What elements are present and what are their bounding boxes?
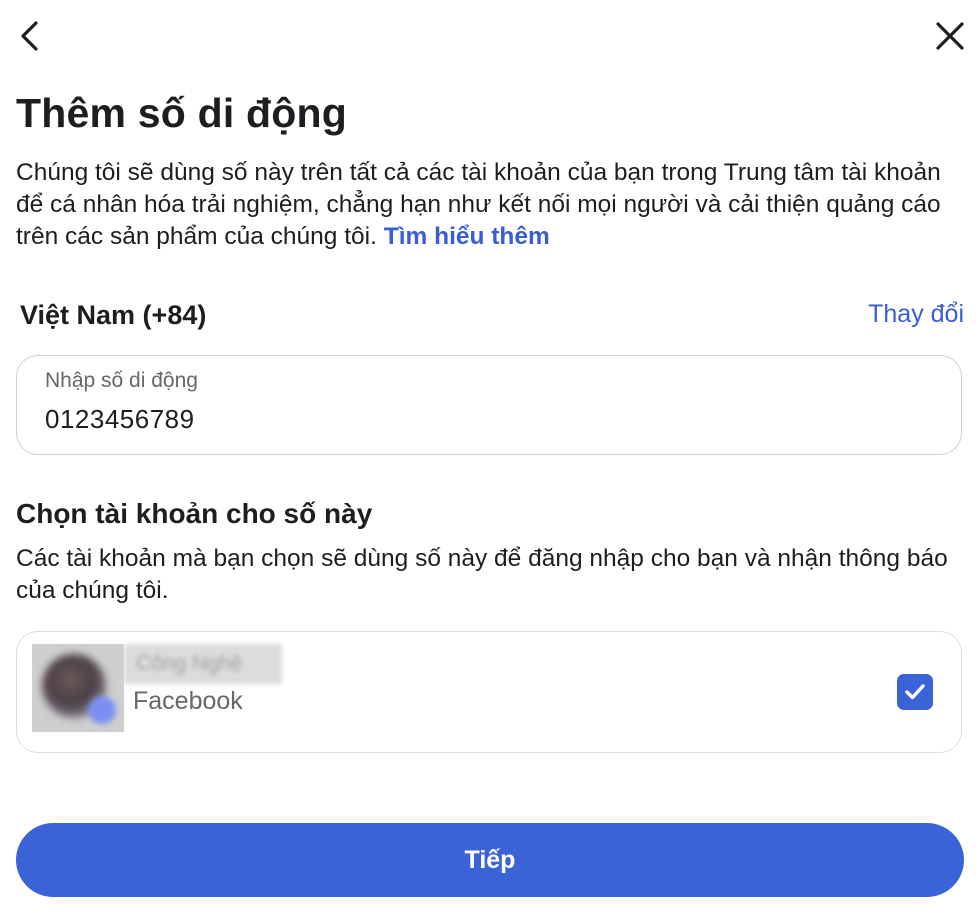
- account-type: Facebook: [133, 687, 243, 715]
- close-icon: [936, 22, 964, 50]
- intro-text: Chúng tôi sẽ dùng số này trên tất cả các…: [16, 157, 966, 253]
- facebook-badge-icon: [88, 696, 116, 724]
- page-title: Thêm số di động: [16, 90, 347, 136]
- accounts-section-description: Các tài khoản mà bạn chọn sẽ dùng số này…: [16, 545, 948, 604]
- accounts-section-title: Chọn tài khoản cho số này: [16, 498, 373, 529]
- phone-number-label: Nhập số di động: [45, 369, 198, 392]
- phone-number-field[interactable]: Nhập số di động 0123456789: [16, 355, 962, 455]
- account-item[interactable]: Công Nghệ Facebook: [16, 631, 962, 753]
- phone-number-input[interactable]: 0123456789: [45, 404, 195, 435]
- back-button[interactable]: [8, 14, 52, 58]
- avatar: [32, 644, 124, 732]
- learn-more-link[interactable]: Tìm hiểu thêm: [384, 223, 550, 250]
- next-button[interactable]: Tiếp: [16, 823, 964, 897]
- account-name: Công Nghệ: [124, 644, 282, 684]
- account-checkbox[interactable]: [897, 674, 933, 710]
- chevron-left-icon: [21, 21, 38, 51]
- checkmark-icon: [905, 684, 925, 700]
- country-code-label: Việt Nam (+84): [20, 300, 207, 330]
- change-country-link[interactable]: Thay đổi: [868, 300, 964, 329]
- close-button[interactable]: [928, 14, 972, 58]
